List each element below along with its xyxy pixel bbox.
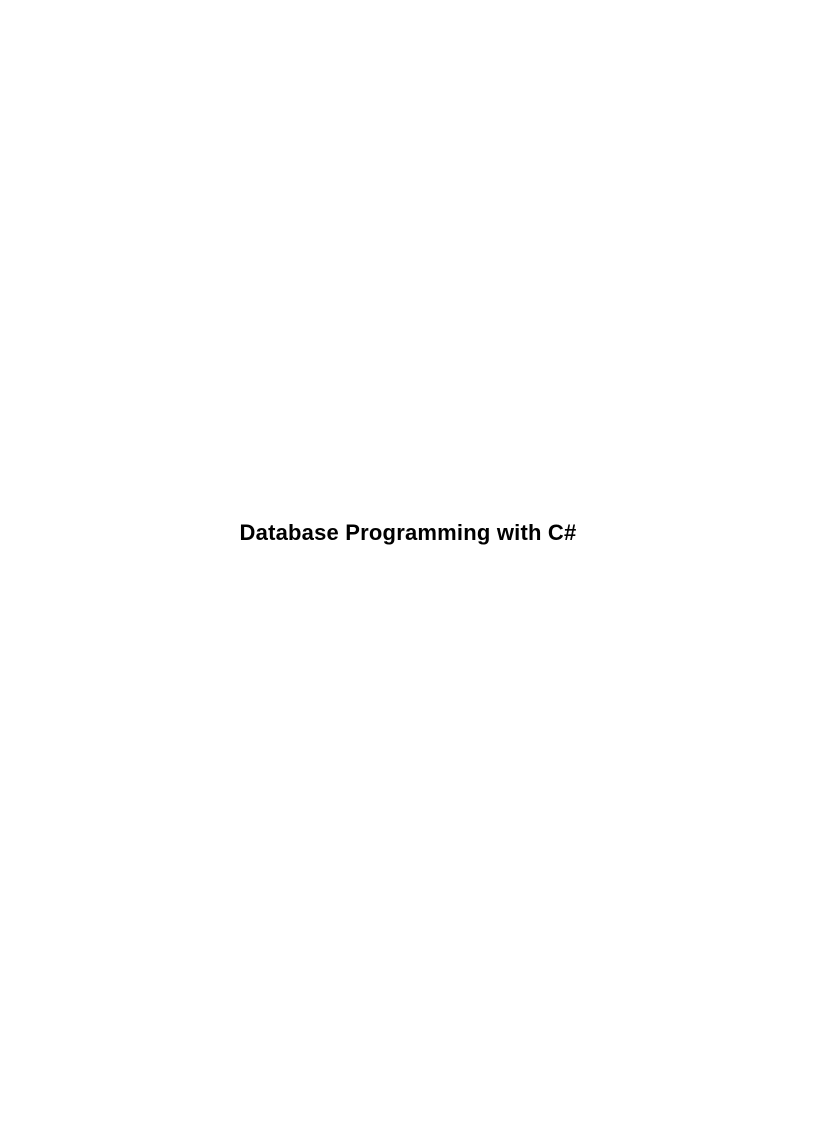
document-title: Database Programming with C# [0,520,816,546]
